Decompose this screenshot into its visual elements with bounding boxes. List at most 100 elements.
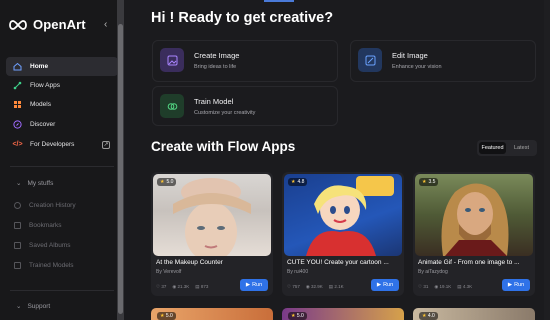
flow-app-card[interactable]: ★ 5.0 At the Makeup Counter By Verevolf ♡…	[151, 172, 273, 296]
card-title: Animate Gif - From one image to ...	[418, 259, 520, 266]
runs-count: ▤ 873	[195, 284, 209, 289]
models-icon	[13, 100, 22, 109]
play-icon: ▶	[376, 282, 382, 288]
flow-app-card-peek[interactable]: ★ 4.0	[413, 308, 535, 320]
quick-action-subtitle: Bring ideas to life	[194, 64, 237, 70]
runs-count: ▤ 4.3K	[457, 284, 473, 289]
sidebar-item-label: Models	[30, 101, 51, 108]
sidebar-item-discover[interactable]: Discover	[6, 115, 118, 134]
divider	[10, 290, 114, 291]
quick-action-subtitle: Enhance your vision	[392, 64, 442, 70]
sidebar-item-bookmarks[interactable]: Bookmarks	[14, 222, 62, 229]
run-button[interactable]: ▶ Run	[240, 279, 268, 291]
my-stuffs-label: My stuffs	[27, 179, 54, 187]
sidebar-item-label: Home	[30, 63, 49, 70]
eye-icon: ◉	[172, 284, 177, 289]
sidebar-scrollbar-thumb[interactable]	[118, 24, 123, 314]
views-count: ◉ 19.1K	[434, 284, 452, 289]
sidebar: OpenArt ‹ Home Flow Apps Models Discover…	[0, 0, 124, 320]
quick-action-title: Create Image	[194, 51, 240, 60]
rating-badge: ★ 5.0	[157, 178, 177, 186]
card-author: By Verevolf	[156, 269, 182, 275]
sidebar-item-label: Trained Models	[29, 262, 74, 269]
chevron-down-icon: ⌄	[16, 180, 22, 187]
album-icon	[14, 242, 21, 249]
rating-badge: ★ 3.5	[419, 178, 439, 186]
edit-image-card[interactable]: Edit Image Enhance your vision	[350, 40, 536, 82]
sidebar-item-for-developers[interactable]: </> For Developers ↗	[6, 135, 118, 154]
tab-featured[interactable]: Featured	[479, 142, 506, 154]
star-icon: ★	[291, 313, 296, 319]
sidebar-item-label: Creation History	[29, 202, 76, 209]
image-icon	[160, 48, 184, 72]
rating-badge: ★ 5.0	[288, 312, 307, 320]
sidebar-item-label: Discover	[30, 121, 56, 128]
code-icon: </>	[12, 141, 23, 148]
support-label: Support	[27, 302, 51, 310]
views-count: ◉ 21.3K	[172, 284, 190, 289]
sidebar-item-trained-models[interactable]: Trained Models	[14, 262, 74, 269]
discover-icon	[13, 120, 22, 129]
my-stuffs-toggle[interactable]: ⌄ My stuffs	[16, 179, 54, 188]
sidebar-item-saved-albums[interactable]: Saved Albums	[14, 242, 71, 249]
flow-app-card-peek[interactable]: ★ 5.0	[282, 308, 404, 320]
train-model-card[interactable]: Train Model Customize your creativity	[152, 86, 338, 126]
external-link-icon: ↗	[102, 140, 110, 149]
runs-icon: ▤	[195, 284, 200, 289]
rating-badge: ★ 4.0	[419, 312, 438, 320]
flow-app-card-peek[interactable]: ★ 5.0	[151, 308, 273, 320]
runs-count: ▤ 2.1K	[328, 284, 344, 289]
runs-icon: ▤	[457, 284, 462, 289]
card-author: By aiTazydog	[418, 269, 448, 275]
run-button[interactable]: ▶ Run	[502, 279, 530, 291]
eye-icon: ◉	[305, 284, 310, 289]
quick-action-title: Edit Image	[392, 51, 428, 60]
sort-toggle: Featured Latest	[477, 140, 537, 156]
create-image-card[interactable]: Create Image Bring ideas to life	[152, 40, 338, 82]
card-title: At the Makeup Counter	[156, 259, 223, 266]
divider	[10, 166, 114, 167]
history-icon	[14, 202, 21, 209]
tab-latest[interactable]: Latest	[508, 142, 535, 154]
logo[interactable]: OpenArt	[8, 17, 86, 32]
star-icon: ★	[422, 179, 427, 185]
card-thumbnail	[153, 174, 271, 256]
chevron-down-icon: ⌄	[16, 303, 22, 310]
star-icon: ★	[160, 313, 165, 319]
play-icon: ▶	[245, 282, 251, 288]
app-name: OpenArt	[33, 17, 86, 32]
star-icon: ★	[160, 179, 165, 185]
flow-apps-icon	[13, 81, 22, 90]
card-thumbnail	[415, 174, 533, 256]
sidebar-item-label: Saved Albums	[29, 242, 71, 249]
play-icon: ▶	[507, 282, 513, 288]
card-stats: ♡ 31 ◉ 19.1K ▤ 4.3K	[418, 284, 472, 290]
heart-icon: ♡	[156, 284, 161, 289]
support-toggle[interactable]: ⌄ Support	[16, 302, 51, 311]
star-icon: ★	[422, 313, 427, 319]
sidebar-item-label: For Developers	[30, 141, 75, 148]
sidebar-item-creation-history[interactable]: Creation History	[14, 202, 76, 209]
flow-app-card[interactable]: ★ 4.8 CUTE YOU! Create your cartoon ... B…	[282, 172, 404, 296]
top-indicator	[264, 0, 294, 2]
bookmark-icon	[14, 222, 21, 229]
quick-action-subtitle: Customize your creativity	[194, 110, 256, 116]
sidebar-item-label: Bookmarks	[29, 222, 62, 229]
flow-app-card[interactable]: ★ 3.5 Animate Gif - From one image to ...…	[413, 172, 535, 296]
runs-icon: ▤	[328, 284, 334, 289]
quick-action-title: Train Model	[194, 97, 234, 106]
rating-value: 4.8	[297, 179, 305, 185]
sidebar-item-home[interactable]: Home	[6, 57, 118, 76]
main-scrollbar[interactable]	[544, 0, 550, 320]
card-author: By rui400	[287, 269, 309, 275]
main-content: Hi ! Ready to get creative? Create Image…	[124, 0, 550, 320]
sidebar-item-models[interactable]: Models	[6, 95, 118, 114]
rating-badge: ★ 4.8	[288, 178, 308, 186]
collapse-sidebar-icon[interactable]: ‹	[104, 19, 107, 30]
likes-count: ♡ 31	[418, 284, 429, 289]
card-thumbnail	[284, 174, 402, 256]
edit-image-icon	[358, 48, 382, 72]
run-button[interactable]: ▶ Run	[371, 279, 399, 291]
sidebar-item-flow-apps[interactable]: Flow Apps	[6, 76, 118, 95]
trained-models-icon	[14, 262, 21, 269]
